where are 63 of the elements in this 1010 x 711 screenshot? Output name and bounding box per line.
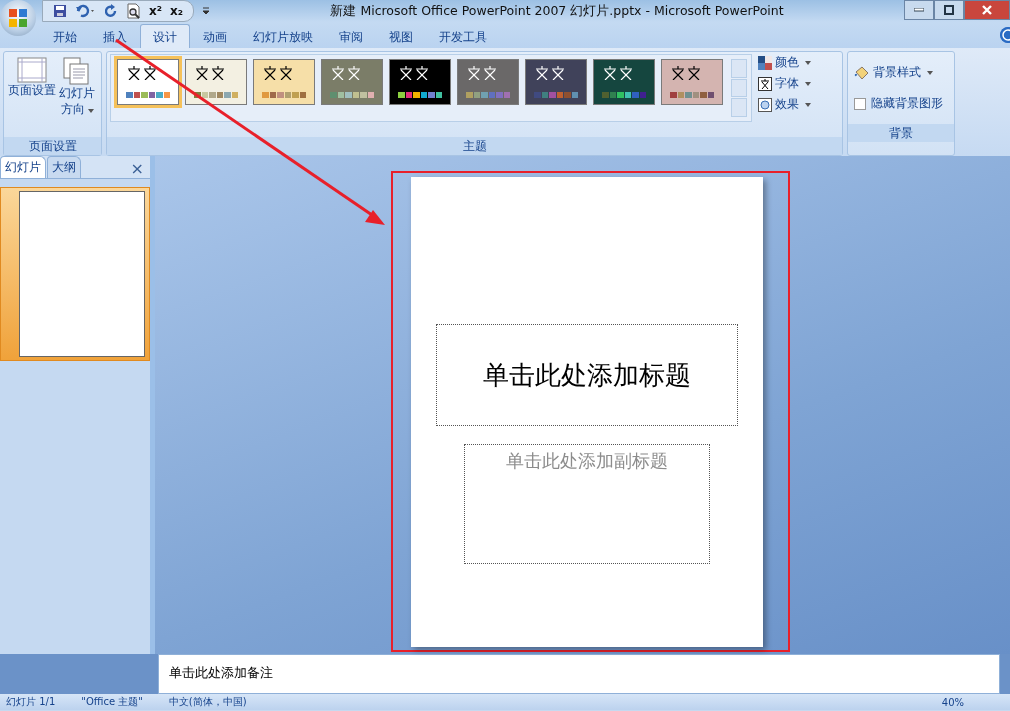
font-icon [758,76,772,91]
pages-icon [63,57,91,85]
office-logo-icon [7,7,29,29]
customize-toolbar-icon[interactable] [202,7,210,15]
paint-bucket-icon [854,65,870,80]
caret-icon [805,60,811,65]
pane-tab[interactable]: 大纲 [47,156,81,178]
theme-option-button[interactable]: 效果 [758,96,811,113]
slide-orientation-button[interactable]: 幻灯片方向 [57,55,97,119]
notes-field[interactable]: 单击此处添加备注 [158,654,1000,694]
window-title: 新建 Microsoft Office PowerPoint 2007 幻灯片.pptx - Microsoft PowerPoint [329,2,785,20]
group-label: 页面设置 [4,137,101,155]
selected-slide-thumbnail[interactable] [0,187,150,361]
caret-icon [87,109,94,113]
slide-count: 幻灯片 1/1 [6,695,56,709]
title-placeholder[interactable]: 单击此处添加标题 [436,324,738,426]
theme-thumbnail[interactable] [117,59,179,105]
background-styles-button[interactable]: 背景样式 [854,64,948,81]
theme-thumbnail[interactable] [389,59,451,105]
pane-tab[interactable]: 幻灯片 [0,156,46,178]
group-label: 主题 [107,137,842,155]
page-icon [17,57,47,83]
theme-thumbnail[interactable] [593,59,655,105]
caret-icon [927,70,933,75]
ribbon-tab[interactable]: 开发工具 [426,24,500,48]
ribbon-tab[interactable]: 幻灯片放映 [240,24,326,48]
minimize-icon [914,8,924,12]
theme-thumbnail[interactable] [253,59,315,105]
theme-thumbnail[interactable] [321,59,383,105]
maximize-button[interactable] [934,0,964,20]
checkbox-label: 隐藏背景图形 [871,95,943,112]
maximize-icon [944,5,954,15]
theme-option-button[interactable]: 颜色 [758,54,811,71]
ribbon-tab[interactable]: 开始 [40,24,90,48]
effects-icon [758,97,772,112]
office-button[interactable] [0,0,36,36]
ribbon-tab[interactable]: 审阅 [326,24,376,48]
format-button[interactable]: x² [149,4,162,18]
redo-icon[interactable] [105,4,119,18]
ribbon-tab[interactable]: 设计 [140,24,190,48]
caret-icon [805,81,811,86]
theme-thumbnail[interactable] [185,59,247,105]
close-button[interactable] [964,0,1010,20]
theme-thumbnail[interactable] [525,59,587,105]
checkbox[interactable] [854,97,866,110]
print-preview-icon[interactable] [127,3,141,19]
close-pane-button[interactable]: × [124,159,150,178]
format-button[interactable]: x₂ [170,4,183,18]
ribbon-tab[interactable]: 动画 [190,24,240,48]
page-setup-button[interactable]: 页面设置 [7,55,57,100]
undo-icon[interactable] [75,4,97,18]
close-icon [982,5,992,15]
theme-name: "Office 主题" [81,695,143,709]
zoom-level[interactable]: 40% [941,696,964,708]
theme-thumbnail[interactable] [457,59,519,105]
ribbon-tab[interactable]: 视图 [376,24,426,48]
group-label: 背景 [848,124,954,142]
theme-option-button[interactable]: 字体 [758,75,811,92]
color-scheme-icon [758,55,772,70]
theme-thumbnail[interactable] [661,59,723,105]
save-icon[interactable] [53,4,67,18]
caret-icon [805,102,811,107]
language: 中文(简体，中国) [168,695,247,709]
